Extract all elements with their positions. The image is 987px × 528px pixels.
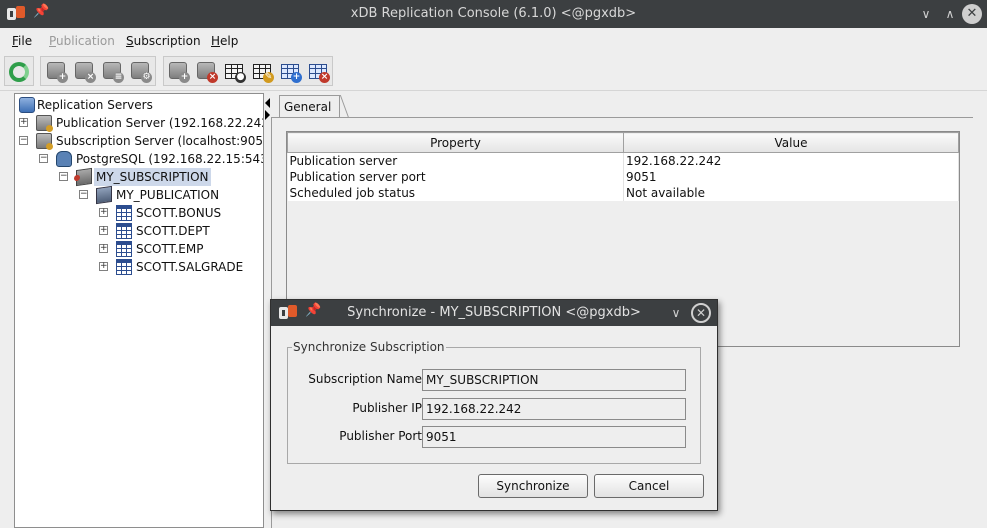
postgresql-icon bbox=[56, 151, 72, 167]
tree-node-publication-server[interactable]: + Publication Server (192.168.22.242:905… bbox=[15, 114, 263, 132]
publisher-port-row: Publisher Port bbox=[288, 426, 702, 448]
tab-general[interactable]: General bbox=[279, 95, 341, 117]
expand-icon[interactable]: + bbox=[99, 208, 108, 217]
table-row[interactable]: Publication server 192.168.22.242 bbox=[287, 152, 959, 169]
close-window-button[interactable]: ✕ bbox=[962, 4, 982, 24]
refresh-icon[interactable] bbox=[7, 60, 31, 84]
synchronize-subscription-group: Synchronize Subscription Subscription Na… bbox=[287, 340, 701, 464]
window-titlebar: 📌 xDB Replication Console (6.1.0) <@pgxd… bbox=[0, 0, 987, 28]
publication-icon bbox=[96, 185, 112, 205]
expand-icon[interactable]: + bbox=[99, 262, 108, 271]
subscription-name-label: Subscription Name bbox=[308, 372, 422, 386]
minimize-button[interactable]: ∨ bbox=[915, 3, 937, 25]
server-options-icon[interactable]: ⚙ bbox=[128, 60, 152, 84]
tree-node-root[interactable]: Replication Servers bbox=[15, 96, 263, 114]
subscription-name-row: Subscription Name bbox=[288, 369, 702, 391]
remove-server-icon[interactable]: × bbox=[72, 60, 96, 84]
dialog-titlebar: 📌 Synchronize - MY_SUBSCRIPTION <@pgxdb>… bbox=[271, 300, 717, 326]
properties-table: Property Value Publication server 192.16… bbox=[287, 132, 959, 201]
subscription-server-icon bbox=[36, 133, 53, 150]
collapse-icon[interactable]: − bbox=[79, 190, 88, 199]
dialog-title: Synchronize - MY_SUBSCRIPTION <@pgxdb> bbox=[347, 305, 641, 320]
table-row[interactable]: Scheduled job status Not available bbox=[287, 185, 959, 201]
property-cell: Publication server port bbox=[287, 169, 624, 185]
publisher-ip-field[interactable] bbox=[422, 398, 686, 420]
create-schedule-icon[interactable]: + bbox=[278, 60, 302, 84]
tree-node-table[interactable]: + SCOTT.EMP bbox=[15, 240, 263, 258]
collapse-icon[interactable]: − bbox=[19, 136, 28, 145]
expand-icon[interactable]: + bbox=[99, 244, 108, 253]
group-title: Synchronize Subscription bbox=[293, 340, 445, 354]
collapse-right-arrow-icon[interactable] bbox=[265, 110, 270, 120]
server-properties-icon[interactable]: ≡ bbox=[100, 60, 124, 84]
column-header-value[interactable]: Value bbox=[623, 132, 959, 153]
publisher-port-field[interactable] bbox=[422, 426, 686, 448]
cancel-button[interactable]: Cancel bbox=[594, 474, 704, 498]
synchronize-dialog: 📌 Synchronize - MY_SUBSCRIPTION <@pgxdb>… bbox=[270, 299, 718, 511]
collapse-left-arrow-icon[interactable] bbox=[265, 98, 270, 108]
expand-icon[interactable]: + bbox=[99, 226, 108, 235]
maximize-button[interactable]: ∧ bbox=[939, 3, 961, 25]
tree-node-subscription[interactable]: − MY_SUBSCRIPTION bbox=[15, 167, 263, 187]
window-title: xDB Replication Console (6.1.0) <@pgxdb> bbox=[350, 6, 637, 21]
subscription-icon bbox=[76, 167, 92, 187]
value-cell: 192.168.22.242 bbox=[623, 152, 959, 169]
value-cell: 9051 bbox=[623, 169, 959, 185]
tree-node-table[interactable]: + SCOTT.DEPT bbox=[15, 222, 263, 240]
publisher-port-label: Publisher Port bbox=[339, 429, 422, 443]
edit-tables-icon[interactable]: ✎ bbox=[250, 60, 274, 84]
publisher-ip-label: Publisher IP bbox=[352, 401, 422, 415]
menu-bar: File Publication Subscription Help bbox=[0, 28, 987, 54]
collapse-icon[interactable]: − bbox=[39, 154, 48, 163]
menu-subscription[interactable]: Subscription bbox=[126, 34, 201, 48]
property-cell: Publication server bbox=[287, 152, 624, 169]
toolbar-group-refresh bbox=[4, 56, 34, 86]
table-icon bbox=[116, 259, 132, 275]
tree-node-subscription-server[interactable]: − Subscription Server (localhost:9052) bbox=[15, 132, 263, 150]
selected-subscription-label: MY_SUBSCRIPTION bbox=[94, 168, 211, 186]
menu-help[interactable]: Help bbox=[211, 34, 238, 48]
publication-server-icon bbox=[36, 115, 53, 132]
tree-node-table[interactable]: + SCOTT.SALGRADE bbox=[15, 258, 263, 276]
dialog-close-button[interactable]: ✕ bbox=[691, 303, 711, 323]
replication-tree[interactable]: Replication Servers + Publication Server… bbox=[14, 93, 264, 528]
add-server-icon[interactable]: + bbox=[44, 60, 68, 84]
menu-file[interactable]: File bbox=[12, 34, 32, 48]
menu-publication[interactable]: Publication bbox=[49, 34, 115, 48]
property-cell: Scheduled job status bbox=[287, 185, 624, 201]
table-icon bbox=[116, 223, 132, 239]
expand-icon[interactable]: + bbox=[19, 118, 28, 127]
publisher-ip-row: Publisher IP bbox=[288, 398, 702, 420]
tree-node-database[interactable]: − PostgreSQL (192.168.22.15:5432:pgxdb) bbox=[15, 150, 263, 168]
table-row[interactable]: Publication server port 9051 bbox=[287, 169, 959, 185]
add-subscription-icon[interactable]: + bbox=[166, 60, 190, 84]
remove-subscription-icon[interactable]: × bbox=[194, 60, 218, 84]
tree-node-publication[interactable]: − MY_PUBLICATION bbox=[15, 185, 263, 205]
snapshot-icon[interactable]: ● bbox=[222, 60, 246, 84]
collapse-icon[interactable]: − bbox=[59, 172, 68, 181]
toolbar: + × ≡ ⚙ + × ● ✎ + × bbox=[0, 54, 987, 91]
toolbar-group-server: + × ≡ ⚙ bbox=[40, 56, 156, 86]
remove-schedule-icon[interactable]: × bbox=[306, 60, 330, 84]
replication-servers-icon bbox=[19, 97, 35, 113]
toolbar-group-subscription: + × ● ✎ + × bbox=[163, 56, 333, 86]
subscription-name-field[interactable] bbox=[422, 369, 686, 391]
column-header-property[interactable]: Property bbox=[287, 132, 624, 153]
tree-node-table[interactable]: + SCOTT.BONUS bbox=[15, 204, 263, 222]
dialog-minimize-button[interactable]: ∨ bbox=[667, 303, 685, 323]
synchronize-button[interactable]: Synchronize bbox=[478, 474, 588, 498]
table-icon bbox=[116, 241, 132, 257]
value-cell: Not available bbox=[623, 185, 959, 201]
table-icon bbox=[116, 205, 132, 221]
